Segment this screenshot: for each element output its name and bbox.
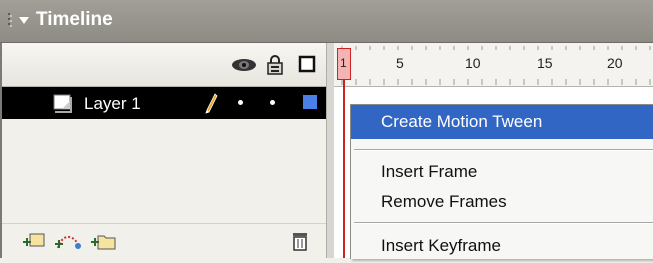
frame-label-5: 5 <box>396 55 404 71</box>
timeline-title-bar[interactable]: Timeline <box>0 0 653 43</box>
playhead[interactable]: 1 <box>337 48 351 80</box>
frame-ruler[interactable]: 5 10 15 20 1 <box>334 43 653 87</box>
insert-layer-icon[interactable] <box>22 230 46 252</box>
frame-label-20: 20 <box>607 55 623 71</box>
layer-footer <box>2 223 326 259</box>
add-motion-guide-icon[interactable] <box>54 230 84 252</box>
panel-title: Timeline <box>36 9 113 30</box>
context-menu: Create Motion Tween Insert Frame Remove … <box>350 104 653 259</box>
panel-grip-handle[interactable] <box>8 13 14 29</box>
frame-label-10: 10 <box>465 55 481 71</box>
pencil-icon <box>205 93 218 114</box>
visibility-dot[interactable] <box>238 100 243 105</box>
layer-header <box>2 43 326 87</box>
eye-icon[interactable] <box>230 55 258 73</box>
menu-item-create-motion-tween[interactable]: Create Motion Tween <box>351 105 653 139</box>
outline-icon[interactable] <box>298 55 316 73</box>
insert-layer-folder-icon[interactable] <box>90 230 118 252</box>
lock-icon[interactable] <box>266 55 284 75</box>
delete-layer-icon[interactable] <box>290 230 310 252</box>
lock-dot[interactable] <box>270 100 275 105</box>
ruler-ticks <box>341 46 651 85</box>
layer-row[interactable]: Layer 1 <box>2 87 326 119</box>
menu-separator <box>354 149 653 151</box>
playhead-line <box>343 79 345 258</box>
layer-page-icon <box>53 94 72 113</box>
frame-label-15: 15 <box>537 55 553 71</box>
menu-item-insert-frame[interactable]: Insert Frame <box>351 155 653 189</box>
layer-outline-color[interactable] <box>303 95 317 109</box>
current-frame-number: 1 <box>340 56 347 70</box>
layer-panel: Layer 1 <box>0 43 327 258</box>
layer-name[interactable]: Layer 1 <box>84 94 141 114</box>
menu-item-remove-frames[interactable]: Remove Frames <box>351 185 653 219</box>
menu-separator <box>354 222 653 224</box>
collapse-arrow-icon[interactable] <box>18 16 30 26</box>
